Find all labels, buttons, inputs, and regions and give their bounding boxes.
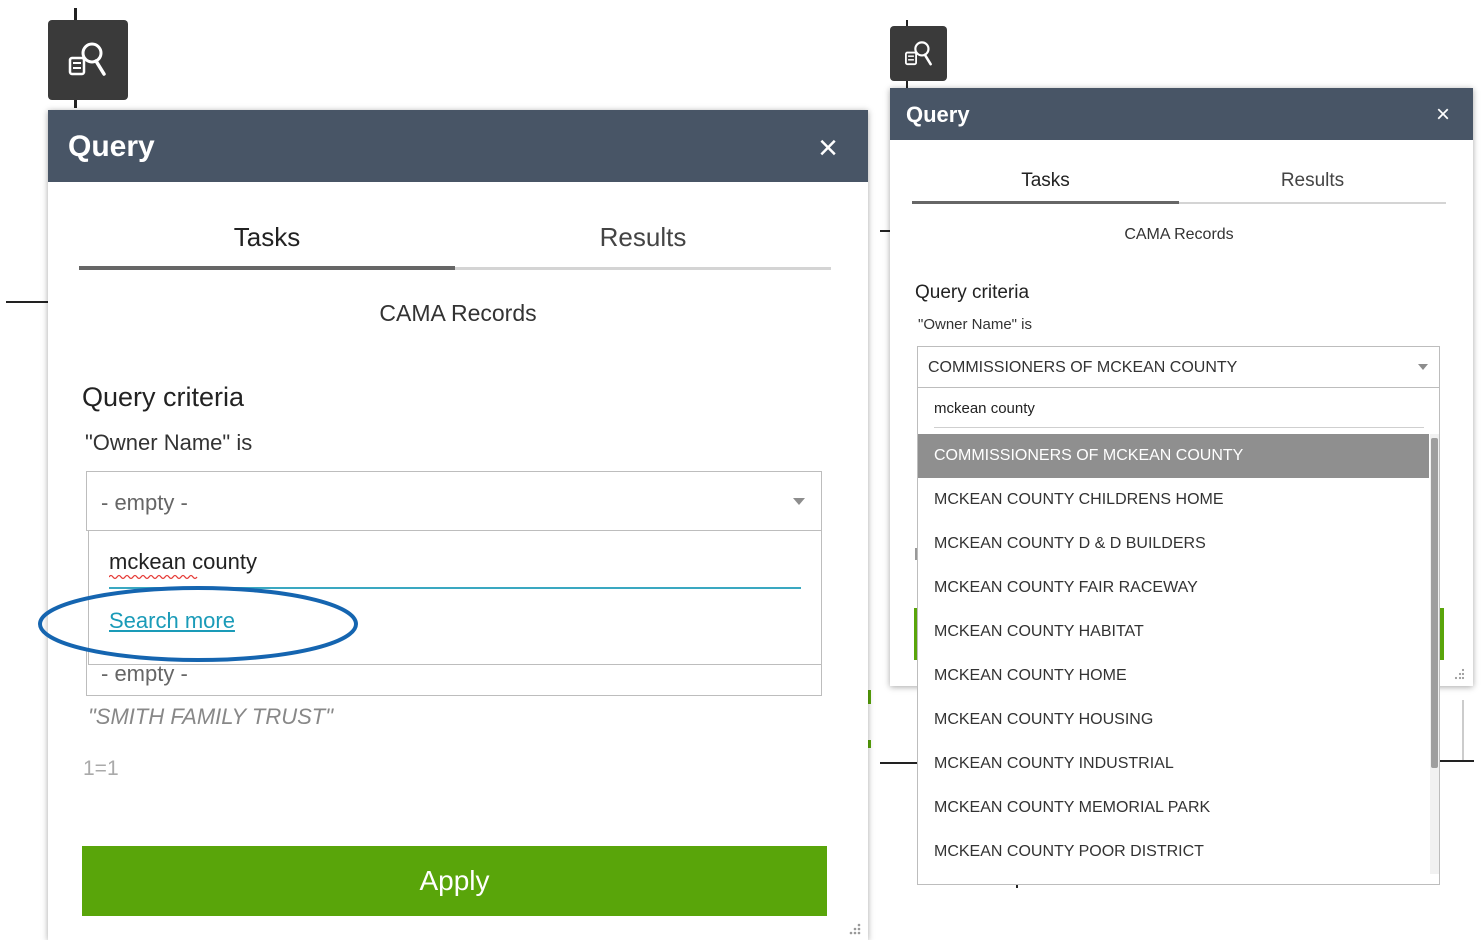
dropdown-option[interactable]: MCKEAN COUNTY MEMORIAL PARK (918, 786, 1429, 830)
map-line (1440, 760, 1474, 762)
map-line (868, 740, 871, 748)
apply-button-partial[interactable] (1440, 608, 1444, 660)
layer-name: CAMA Records (1124, 226, 1234, 243)
select-value: COMMISSIONERS OF MCKEAN COUNTY (928, 359, 1238, 376)
dropdown-option[interactable]: MCKEAN COUNTY HOME (918, 654, 1429, 698)
map-line (1462, 700, 1464, 760)
map-line (6, 301, 50, 303)
tab-underline (1179, 202, 1446, 204)
map-line (868, 690, 871, 704)
criteria-heading: Query criteria (82, 382, 245, 412)
apply-button[interactable]: Apply (82, 846, 827, 916)
resize-handle-icon[interactable] (848, 922, 862, 936)
dropdown-option[interactable]: MCKEAN COUNTY INDUSTRIAL (918, 742, 1429, 786)
option-label: MCKEAN COUNTY INDUSTRIAL (934, 755, 1174, 772)
resize-handle-icon[interactable] (1454, 668, 1466, 680)
tab-label: Results (1280, 170, 1345, 191)
search-input-underline (934, 427, 1424, 428)
query-widget-icon (68, 42, 106, 76)
field-label: "Owner Name" is (85, 430, 253, 455)
close-icon[interactable]: × (1428, 100, 1458, 130)
tab-bar: Tasks Results (912, 170, 1446, 204)
tab-results[interactable]: Results (1179, 170, 1446, 204)
option-label: MCKEAN COUNTY HABITAT (934, 623, 1144, 640)
owner-name-dropdown: mckean county COMMISSIONERS OF MCKEAN CO… (917, 388, 1440, 885)
layer-name: CAMA Records (379, 300, 537, 326)
close-icon[interactable]: × (808, 128, 848, 168)
query-widget-icon (904, 40, 932, 65)
tab-tasks[interactable]: Tasks (79, 222, 455, 270)
tab-underline (455, 267, 831, 270)
owner-name-select[interactable]: COMMISSIONERS OF MCKEAN COUNTY (917, 346, 1440, 388)
query-panel-large: Query × Tasks Results CAMA Records Query… (48, 110, 868, 940)
dropdown-option[interactable]: MCKEAN COUNTY HABITAT (918, 610, 1429, 654)
option-label: MCKEAN COUNTY FAIR RACEWAY (934, 579, 1198, 596)
option-label: MCKEAN COUNTY HOUSING (934, 711, 1154, 728)
tab-label: Results (599, 222, 687, 252)
dropdown-option[interactable]: MCKEAN COUNTY HOUSING (918, 698, 1429, 742)
option-label: COMMISSIONERS OF MCKEAN COUNTY (934, 447, 1244, 464)
panel-title: Query (68, 130, 155, 163)
tab-bar: Tasks Results (79, 222, 831, 270)
map-line (74, 100, 77, 108)
option-label: MCKEAN COUNTY D & D BUILDERS (934, 535, 1206, 552)
dropdown-option[interactable]: MCKEAN COUNTY FAIR RACEWAY (918, 566, 1429, 610)
dropdown-option[interactable]: MCKEAN COUNTY D & D BUILDERS (918, 522, 1429, 566)
search-input[interactable]: mckean county (934, 400, 1035, 417)
query-widget-button[interactable] (48, 20, 128, 100)
example-hint: "SMITH FAMILY TRUST" (88, 704, 334, 729)
tab-underline (912, 201, 1179, 204)
tab-underline (79, 266, 455, 270)
chevron-down-icon (1418, 364, 1428, 370)
tab-tasks[interactable]: Tasks (912, 170, 1179, 204)
dropdown-option[interactable]: MCKEAN COUNTY POOR DISTRICT (918, 830, 1429, 874)
sql-expression: 1=1 (83, 757, 119, 780)
option-label: MCKEAN COUNTY MEMORIAL PARK (934, 799, 1211, 816)
tab-label: Tasks (1021, 170, 1070, 191)
tab-label: Tasks (233, 222, 301, 252)
option-label: MCKEAN COUNTY HOME (934, 667, 1127, 684)
query-widget-button[interactable] (890, 26, 947, 81)
spellcheck-underline (109, 574, 198, 580)
panel-title: Query (906, 102, 970, 127)
chevron-down-icon (793, 498, 805, 505)
criteria-heading: Query criteria (915, 282, 1030, 303)
select-value: - empty - (101, 490, 188, 515)
search-input[interactable]: mckean county (109, 549, 257, 575)
apply-label: Apply (419, 865, 490, 896)
panel-header: Query × (890, 88, 1473, 140)
dropdown-option[interactable]: COMMISSIONERS OF MCKEAN COUNTY (918, 434, 1429, 478)
dropdown-scrollbar-thumb[interactable] (1431, 438, 1438, 768)
tab-results[interactable]: Results (455, 222, 831, 270)
annotation-ellipse (38, 586, 358, 662)
option-label: MCKEAN COUNTY CHILDRENS HOME (934, 491, 1224, 508)
panel-header: Query × (48, 110, 868, 182)
dropdown-option[interactable]: MCKEAN COUNTY CHILDRENS HOME (918, 478, 1429, 522)
field-label: "Owner Name" is (918, 316, 1033, 333)
owner-name-select[interactable]: - empty - (86, 471, 822, 531)
option-label: MCKEAN COUNTY POOR DISTRICT (934, 843, 1204, 860)
map-line (880, 762, 920, 764)
